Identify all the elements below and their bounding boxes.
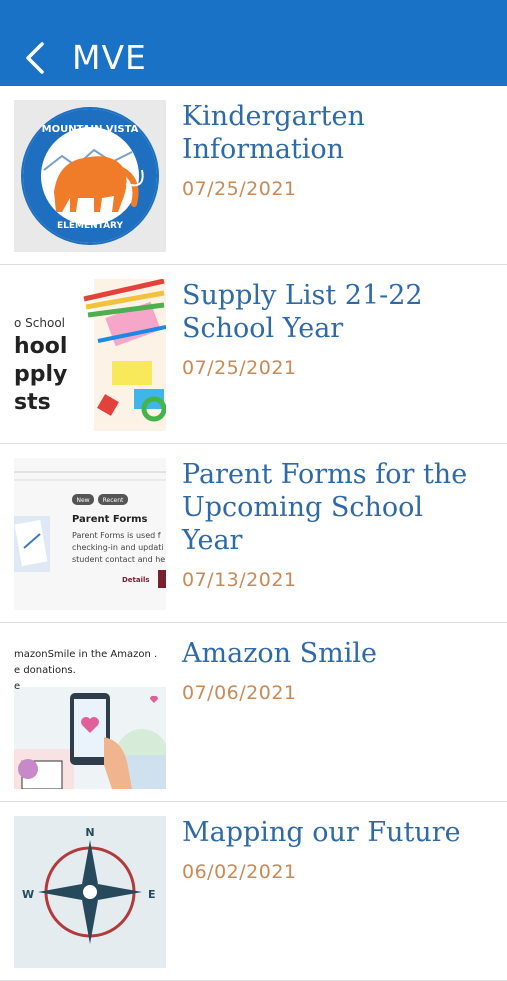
chip-recent: Recent [103, 497, 124, 504]
parent-forms-image: New Recent Parent Forms Parent Forms is … [14, 471, 166, 588]
list-item[interactable]: mazonSmile in the Amazon . e donations. … [0, 623, 507, 802]
thumb-text-line1: mazonSmile in the Amazon . [14, 649, 157, 660]
item-title[interactable]: Supply List 21-22 School Year [182, 279, 492, 345]
chip-new: New [76, 497, 89, 504]
list-item[interactable]: MOUNTAIN VISTA ELEMENTARY Kindergarten I… [0, 86, 507, 265]
compass-e: E [148, 888, 156, 901]
school-logo-image: MOUNTAIN VISTA ELEMENTARY [21, 107, 159, 245]
item-date: 06/02/2021 [182, 861, 297, 883]
list-item[interactable]: o School hool pply sts Supply List 21-22… [0, 265, 507, 444]
thumbnail-image: N W E [14, 816, 166, 968]
app-header: MVE [0, 0, 507, 86]
logo-text-top: MOUNTAIN VISTA [42, 124, 139, 135]
thumb-heading: Parent Forms [72, 514, 148, 525]
thumb-text-line1: o School [14, 316, 65, 330]
logo-text-bottom: ELEMENTARY [57, 221, 124, 231]
compass-image: N W E [22, 826, 156, 944]
thumb-text-line2: hool [14, 334, 67, 359]
thumbnail-image: o School hool pply sts [14, 279, 166, 431]
item-title[interactable]: Kindergarten Information [182, 100, 492, 166]
thumb-text-line3: pply [14, 362, 67, 387]
item-date: 07/25/2021 [182, 178, 297, 200]
amazon-smile-image: mazonSmile in the Amazon . e donations. … [14, 637, 166, 789]
compass-w: W [22, 888, 34, 901]
thumb-body-line2: checking-in and updati [72, 543, 164, 552]
thumb-link: Details [122, 576, 150, 584]
thumb-text-line4: sts [14, 390, 51, 415]
item-title[interactable]: Parent Forms for the Upcoming School Yea… [182, 458, 492, 557]
item-date: 07/25/2021 [182, 357, 297, 379]
thumb-text-line2: e donations. [14, 665, 76, 676]
item-title[interactable]: Amazon Smile [182, 637, 492, 670]
page-title: MVE [72, 38, 147, 77]
thumb-text-line3: e [14, 681, 20, 692]
list-item[interactable]: N W E Mapping our Future 06/02/2021 [0, 802, 507, 981]
thumbnail-image: mazonSmile in the Amazon . e donations. … [14, 637, 166, 789]
chevron-left-icon[interactable] [22, 40, 52, 76]
thumbnail-image: MOUNTAIN VISTA ELEMENTARY [14, 100, 166, 252]
school-supplies-image: o School hool pply sts [14, 279, 166, 431]
item-title[interactable]: Mapping our Future [182, 816, 492, 849]
thumb-body-line1: Parent Forms is used f [72, 531, 161, 540]
list-item[interactable]: New Recent Parent Forms Parent Forms is … [0, 444, 507, 623]
compass-n: N [85, 826, 94, 839]
thumb-body-line3: student contact and he [72, 555, 165, 564]
item-date: 07/06/2021 [182, 682, 297, 704]
item-date: 07/13/2021 [182, 569, 297, 591]
news-list: MOUNTAIN VISTA ELEMENTARY Kindergarten I… [0, 86, 507, 981]
thumbnail-image: New Recent Parent Forms Parent Forms is … [14, 458, 166, 610]
